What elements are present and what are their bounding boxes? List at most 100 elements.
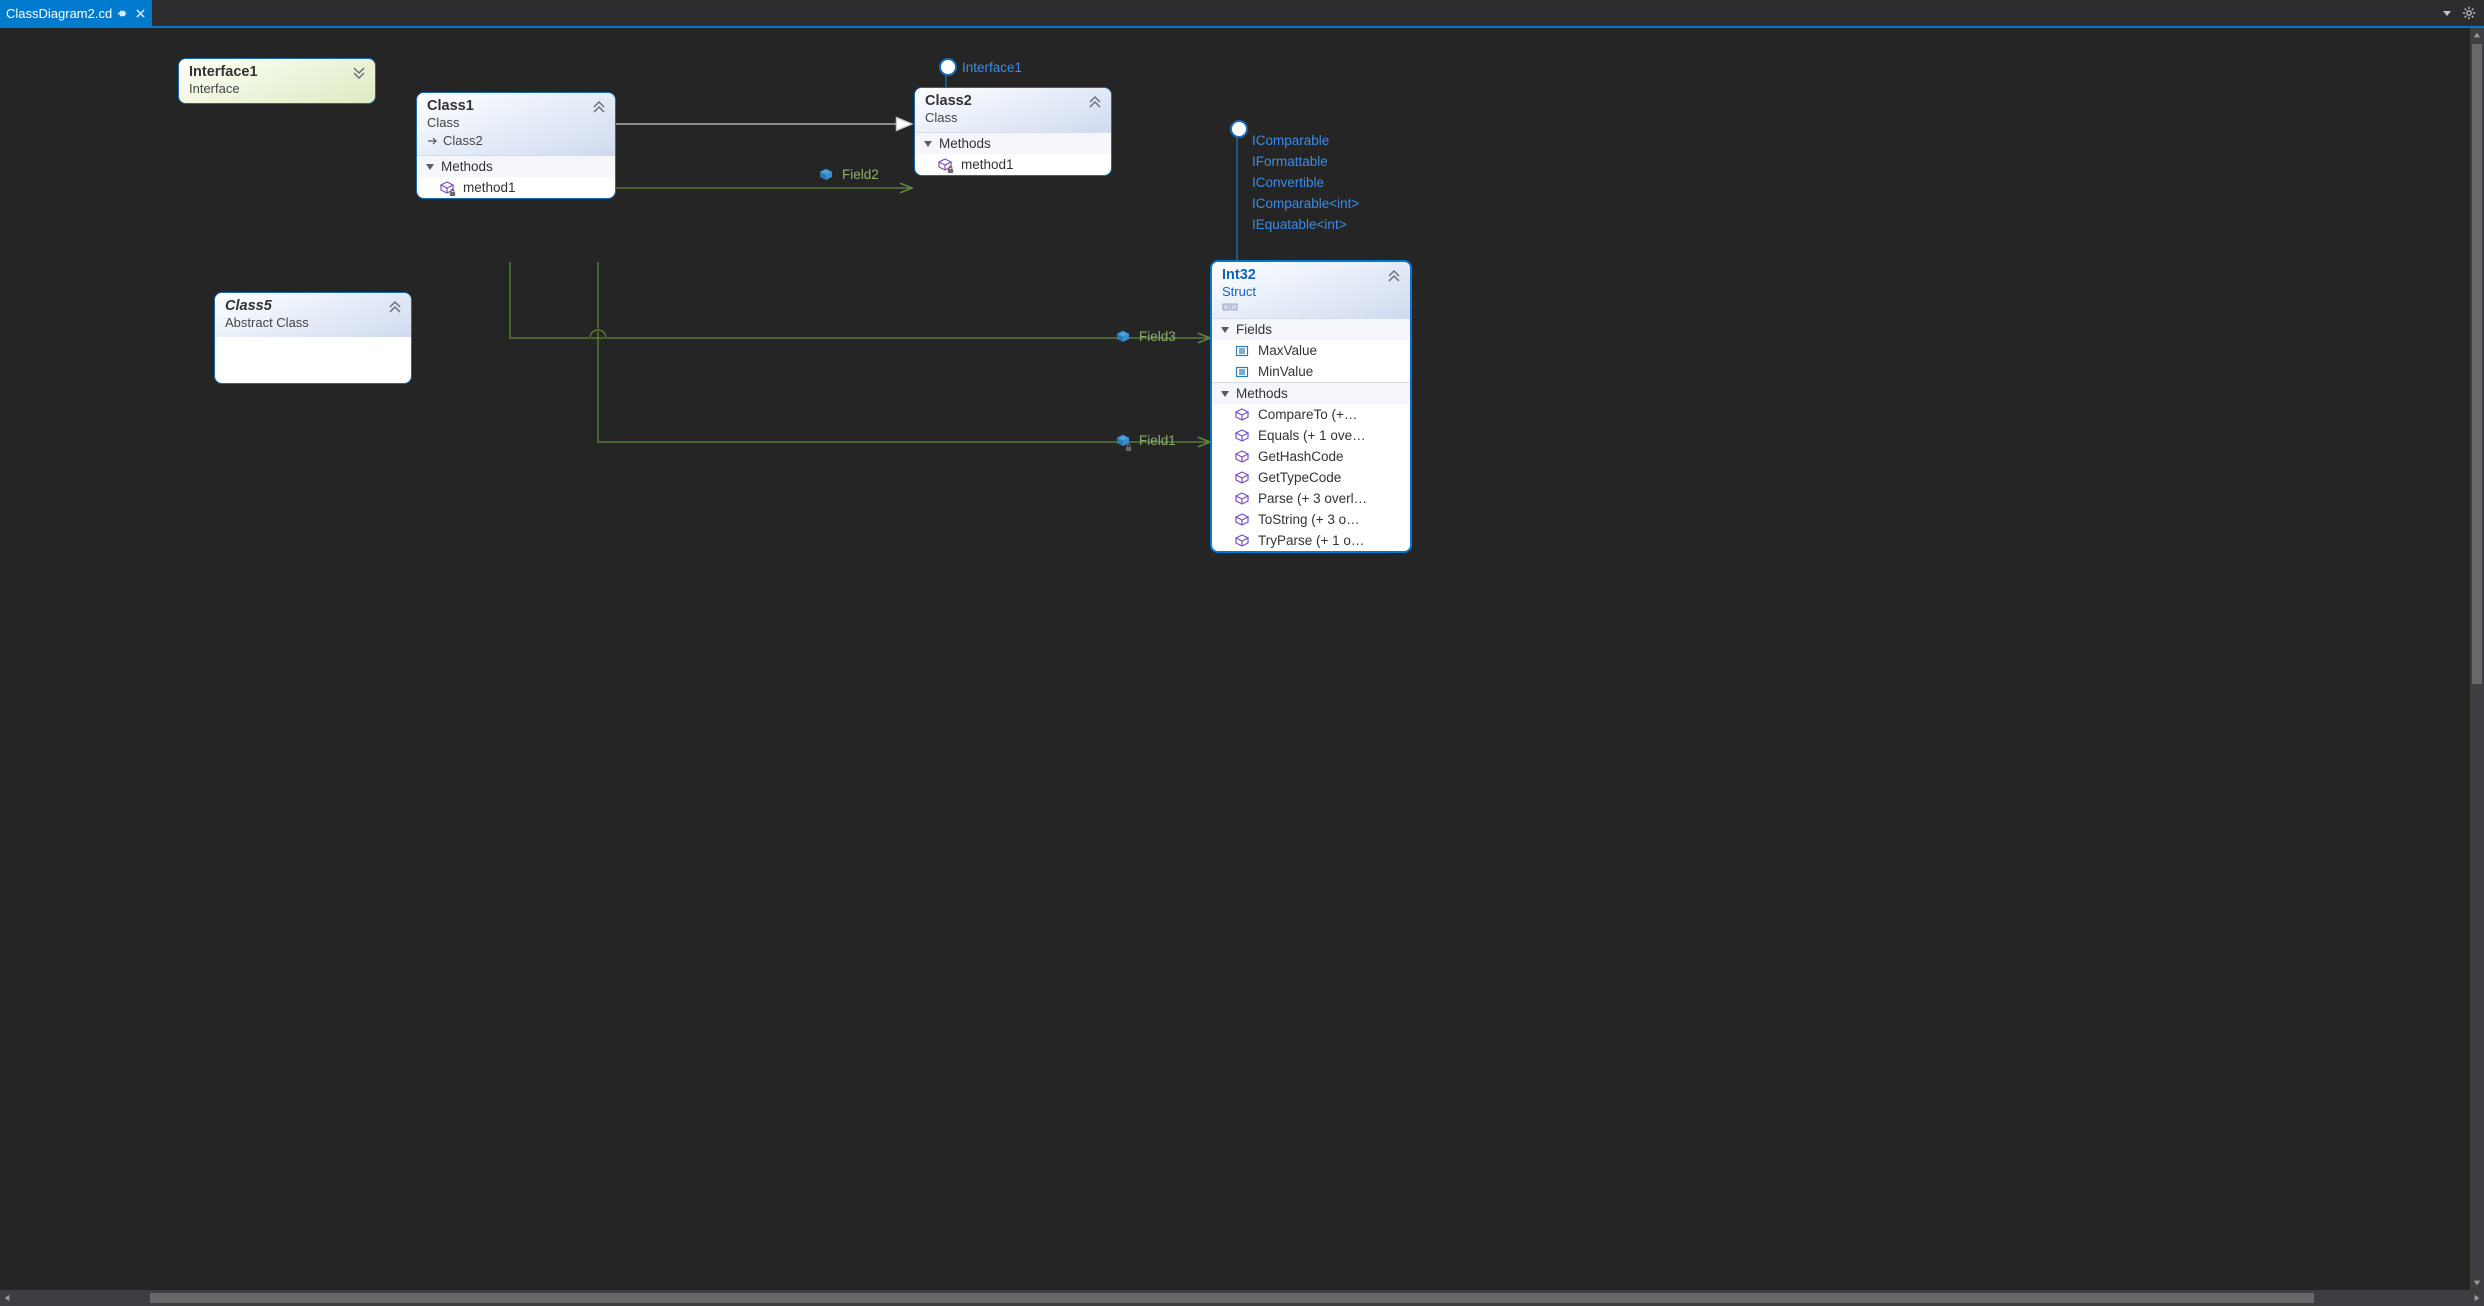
node-baseclass: Class2 [443, 133, 483, 149]
section-label: Methods [1236, 386, 1288, 401]
scroll-right-button[interactable] [2470, 1290, 2484, 1306]
section-label: Methods [939, 136, 991, 151]
member-row[interactable]: method1 [417, 177, 615, 198]
field-badge-field3 [1115, 330, 1131, 346]
edge-label-field1: Field1 [1139, 433, 1176, 448]
pin-icon[interactable] [118, 8, 129, 19]
node-interface1[interactable]: Interface1 Interface [178, 58, 376, 104]
member-row[interactable]: GetHashCode [1212, 446, 1410, 467]
node-subtitle: Interface [189, 81, 365, 97]
lollipop-int32-interfaces[interactable] [1230, 120, 1248, 138]
member-label: ToString (+ 3 o… [1258, 512, 1360, 527]
node-body: Fields MaxValue MinValue Methods [1212, 318, 1410, 551]
node-class2[interactable]: Class2 Class Methods [914, 87, 1112, 176]
section-header-methods[interactable]: Methods [1212, 382, 1410, 404]
member-row[interactable]: TryParse (+ 1 o… [1212, 530, 1410, 551]
lollipop-interface1[interactable] [939, 58, 957, 76]
tabbar-right-controls [2442, 0, 2484, 26]
horizontal-scrollbar[interactable] [0, 1290, 2484, 1306]
horizontal-scrollbar-thumb[interactable] [150, 1293, 2314, 1303]
constant-icon [1234, 365, 1250, 379]
window-dropdown-icon[interactable] [2442, 8, 2452, 18]
canvas-wrap: Field2 Field3 Field1 Interface1 ICompara… [0, 28, 2484, 1306]
node-class1[interactable]: Class1 Class Class2 Methods [416, 92, 616, 199]
vertical-scrollbar-thumb[interactable] [2472, 44, 2482, 684]
close-icon[interactable] [135, 8, 146, 19]
node-header[interactable]: Interface1 Interface [179, 59, 375, 103]
node-title: Class2 [925, 92, 1101, 110]
iface-list-int32: IComparable IFormattable IConvertible IC… [1252, 130, 1359, 235]
member-label: CompareTo (+… [1258, 407, 1357, 422]
method-icon [937, 158, 953, 172]
node-title: Class1 [427, 97, 605, 115]
chevron-up-icon[interactable] [1386, 268, 1402, 284]
node-subtitle: Class [427, 115, 605, 131]
caret-down-icon [1220, 325, 1230, 335]
method-icon [1234, 492, 1250, 506]
node-subtitle: Struct [1222, 284, 1400, 300]
vertical-scrollbar[interactable] [2470, 28, 2484, 1290]
caret-down-icon [425, 162, 435, 172]
caret-down-icon [923, 139, 933, 149]
method-icon [1234, 513, 1250, 527]
section-header-methods[interactable]: Methods [915, 132, 1111, 154]
node-int32[interactable]: Int32 Struct Fields [1210, 260, 1412, 553]
member-label: method1 [961, 157, 1014, 172]
struct-icon [1222, 302, 1238, 312]
member-label: TryParse (+ 1 o… [1258, 533, 1364, 548]
caret-down-icon [1220, 389, 1230, 399]
method-icon [1234, 450, 1250, 464]
node-body: Methods method1 [417, 155, 615, 198]
member-row[interactable]: CompareTo (+… [1212, 404, 1410, 425]
node-title: Class5 [225, 297, 401, 315]
chevron-up-icon[interactable] [387, 299, 403, 315]
member-label: MinValue [1258, 364, 1313, 379]
diagram-canvas[interactable]: Field2 Field3 Field1 Interface1 ICompara… [0, 28, 2470, 1290]
chevron-up-icon[interactable] [591, 99, 607, 115]
chevron-down-icon[interactable] [351, 65, 367, 81]
tab-bar: ClassDiagram2.cd [0, 0, 2484, 28]
node-header[interactable]: Class5 Abstract Class [215, 293, 411, 337]
node-header[interactable]: Class2 Class [915, 88, 1111, 132]
section-header-fields[interactable]: Fields [1212, 318, 1410, 340]
node-subtitle: Abstract Class [225, 315, 401, 331]
scroll-left-button[interactable] [0, 1290, 14, 1306]
node-header[interactable]: Int32 Struct [1212, 262, 1410, 318]
member-row[interactable]: Parse (+ 3 overl… [1212, 488, 1410, 509]
member-row[interactable]: ToString (+ 3 o… [1212, 509, 1410, 530]
method-icon [1234, 408, 1250, 422]
member-label: MaxValue [1258, 343, 1317, 358]
connectors-layer [0, 28, 2470, 1290]
member-label: Parse (+ 3 overl… [1258, 491, 1367, 506]
node-subtitle: Class [925, 110, 1101, 126]
section-header-methods[interactable]: Methods [417, 155, 615, 177]
gear-icon[interactable] [2462, 6, 2476, 20]
iface-label: IEquatable<int> [1252, 214, 1359, 235]
section-label: Fields [1236, 322, 1272, 337]
node-body-empty [215, 337, 411, 383]
scroll-up-button[interactable] [2470, 28, 2484, 42]
member-label: Equals (+ 1 ove… [1258, 428, 1366, 443]
member-row[interactable]: MinValue [1212, 361, 1410, 382]
member-label: GetHashCode [1258, 449, 1344, 464]
member-row[interactable]: method1 [915, 154, 1111, 175]
member-row[interactable]: Equals (+ 1 ove… [1212, 425, 1410, 446]
method-icon [1234, 471, 1250, 485]
node-class5[interactable]: Class5 Abstract Class [214, 292, 412, 384]
tab-classdiagram[interactable]: ClassDiagram2.cd [0, 0, 152, 26]
constant-icon [1234, 344, 1250, 358]
node-baseclass-row: Class2 [427, 133, 605, 149]
member-row[interactable]: GetTypeCode [1212, 467, 1410, 488]
member-row[interactable]: MaxValue [1212, 340, 1410, 361]
node-header[interactable]: Class1 Class Class2 [417, 93, 615, 155]
node-title: Interface1 [189, 63, 365, 81]
method-icon [1234, 429, 1250, 443]
iface-label: IConvertible [1252, 172, 1359, 193]
field-badge-field1 [1115, 434, 1131, 450]
node-struct-icon-row [1222, 302, 1400, 312]
node-title: Int32 [1222, 266, 1400, 284]
chevron-up-icon[interactable] [1087, 94, 1103, 110]
edge-label-field3: Field3 [1139, 329, 1176, 344]
scroll-down-button[interactable] [2470, 1276, 2484, 1290]
field-badge-field2 [818, 168, 834, 184]
